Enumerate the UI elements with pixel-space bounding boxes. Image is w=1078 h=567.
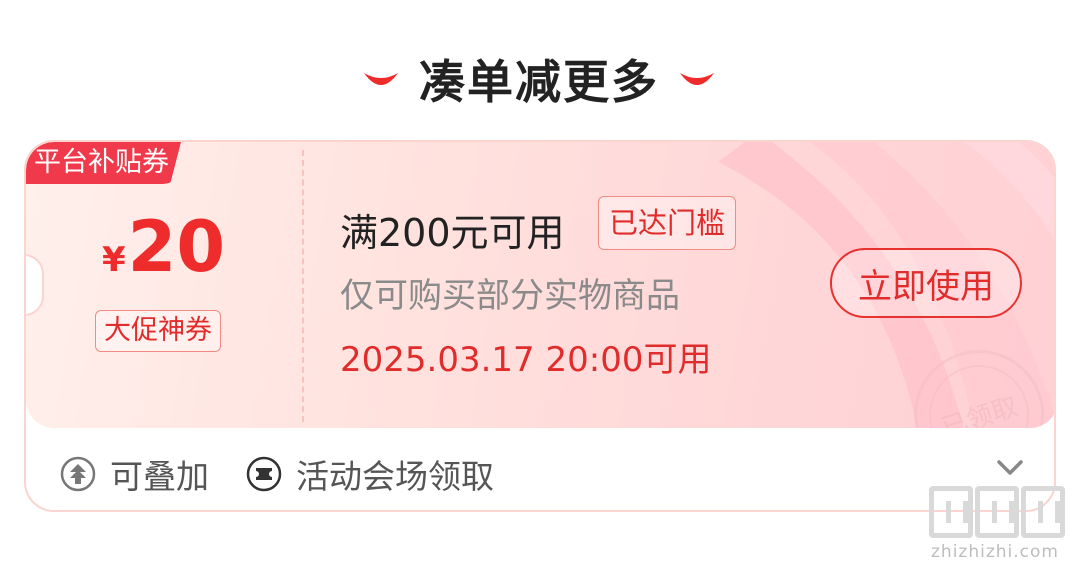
threshold-reached-badge: 已达门槛 [598, 196, 737, 250]
coupon-footer: 可叠加 活动会场领取 [26, 428, 1054, 510]
platform-subsidy-tag: 平台补贴券 [26, 142, 181, 184]
section-title: 凑单减更多 [419, 55, 659, 109]
watermark-logo-icon [929, 486, 1065, 538]
smile-decoration-icon [364, 73, 398, 85]
promo-badge: 大促神券 [95, 310, 221, 352]
amount-value: 20 [127, 206, 226, 288]
dashed-divider [302, 150, 304, 422]
smile-decoration-icon [680, 73, 714, 85]
claim-source: 活动会场领取 [246, 450, 494, 498]
stackable-text: 可叠加 [110, 457, 209, 496]
usage-scope: 仅可购买部分实物商品 [340, 276, 680, 316]
coupon-card: 平台补贴券 ¥ 20 大促神券 满200元可用 已达门槛 仅可购买部分实物商品 … [24, 140, 1056, 512]
available-time: 2025.03.17 20:00可用 [340, 340, 712, 380]
stackable-label: 可叠加 [60, 450, 209, 498]
use-now-button[interactable]: 立即使用 [830, 248, 1022, 318]
stack-icon [60, 456, 96, 492]
currency-symbol: ¥ [102, 240, 126, 280]
usage-condition: 满200元可用 [340, 211, 565, 255]
section-heading: 凑单减更多 [0, 44, 1078, 114]
claim-source-text: 活动会场领取 [296, 457, 494, 496]
watermark-text: zhizhizhi.com [931, 542, 1059, 562]
coupon-ticket: 平台补贴券 ¥ 20 大促神券 满200元可用 已达门槛 仅可购买部分实物商品 … [26, 142, 1054, 428]
site-watermark: zhizhizhi.com [925, 486, 1075, 566]
chevron-down-icon[interactable] [996, 458, 1024, 478]
coupon-amount: ¥ 20 [102, 212, 232, 282]
ticket-icon [246, 456, 282, 492]
